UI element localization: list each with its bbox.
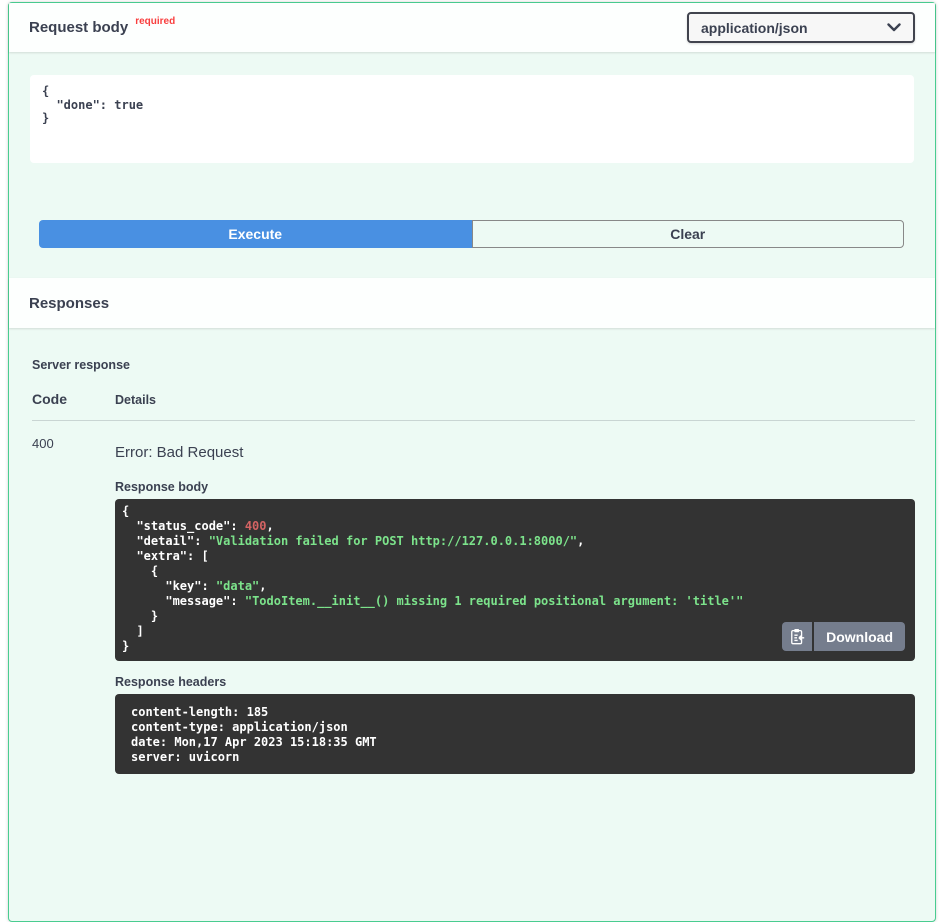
chevron-down-icon [887,23,901,32]
response-headers-label: Response headers [115,675,915,689]
copy-to-clipboard-button[interactable] [782,622,812,651]
code-column-header: Code [32,391,115,407]
responses-header: Responses [9,278,935,328]
response-headers-block: content-length: 185 content-type: applic… [115,694,915,774]
server-response-label: Server response [32,358,915,372]
clipboard-copy-icon [789,628,805,645]
response-row-400: 400 Error: Bad Request Response body { "… [32,421,915,774]
content-type-selected-value: application/json [701,20,808,36]
response-headers-text: content-length: 185 content-type: applic… [115,694,915,774]
details-column-header: Details [115,393,915,407]
request-body-editor[interactable]: { "done": true } [30,75,914,163]
responses-table-header: Code Details [32,391,915,421]
response-body-block: { "status_code": 400, "detail": "Validat… [115,499,915,661]
download-button[interactable]: Download [814,622,905,651]
responses-section: Server response Code Details 400 Error: … [9,328,935,794]
response-status-code: 400 [32,434,115,774]
request-body-section: { "done": true } Execute Clear [9,52,935,278]
responses-title: Responses [29,295,109,312]
content-type-select[interactable]: application/json [687,12,915,43]
request-body-header: Request body required application/json [9,3,935,52]
response-body-label: Response body [115,480,915,494]
response-description: Error: Bad Request [115,444,915,461]
response-body-actions: Download [782,622,905,651]
clear-button[interactable]: Clear [472,220,905,248]
required-badge: required [135,16,175,27]
execute-wrapper: Execute Clear [39,220,904,248]
execute-button[interactable]: Execute [39,220,472,248]
post-operation-panel: Request body required application/json {… [8,2,936,922]
request-body-title: Request body [29,19,128,36]
response-details-cell: Error: Bad Request Response body { "stat… [115,434,915,774]
